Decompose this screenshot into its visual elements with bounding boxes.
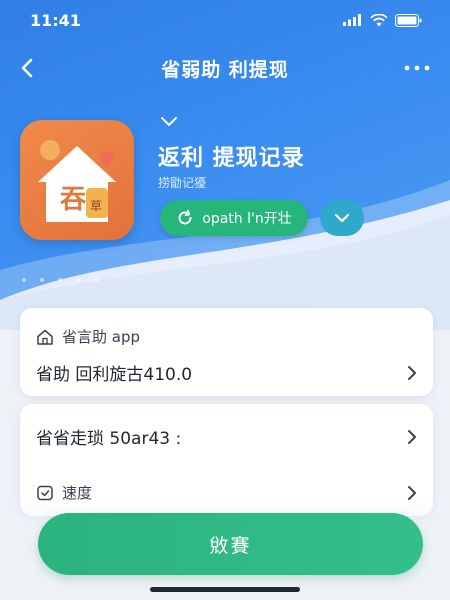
refresh-icon bbox=[178, 209, 192, 225]
card-label: 省言助 app bbox=[62, 328, 141, 346]
app-icon-badge: 草 bbox=[90, 199, 102, 213]
navigation-bar: 省弱助 利提现 bbox=[0, 46, 450, 90]
more-icon[interactable] bbox=[402, 54, 432, 82]
status-bar: 11:41 bbox=[0, 0, 450, 40]
back-icon[interactable] bbox=[14, 54, 42, 82]
chevron-down-icon[interactable] bbox=[158, 112, 180, 130]
signal-icon bbox=[343, 14, 361, 26]
primary-action-label: 敓賽 bbox=[209, 534, 252, 557]
update-button[interactable]: opath l'n开壮 bbox=[160, 200, 308, 236]
status-icons bbox=[343, 13, 422, 27]
chevron-right-icon bbox=[408, 429, 416, 444]
app-subtitle: 捞勖记獶 bbox=[158, 176, 207, 190]
chevron-down-icon bbox=[334, 213, 350, 223]
dropdown-button[interactable] bbox=[320, 200, 364, 236]
app-icon-artwork: 吞 草 bbox=[38, 140, 116, 222]
home-indicator bbox=[150, 587, 300, 592]
battery-icon bbox=[395, 13, 422, 27]
indicator-dot bbox=[76, 278, 80, 282]
card-detail-row[interactable]: 省助 回利旋古410.0 bbox=[36, 360, 419, 385]
card-value: 省省走琐 50ar43 : bbox=[36, 429, 182, 449]
indicator-dot bbox=[58, 278, 62, 282]
wifi-icon bbox=[370, 13, 388, 26]
primary-action-button[interactable]: 敓賽 bbox=[38, 513, 423, 575]
indicator-dot bbox=[94, 278, 98, 282]
card-detail-row[interactable]: 省省走琐 50ar43 : bbox=[36, 424, 419, 449]
app-icon: 吞 草 bbox=[20, 120, 134, 240]
info-card: 省言助 app 省助 回利旋古410.0 bbox=[20, 308, 433, 396]
card-value: 省助 回利旋古410.0 bbox=[36, 365, 193, 385]
app-icon-glyph: 吞 bbox=[60, 185, 86, 215]
clock-icon bbox=[37, 485, 53, 500]
page-indicator-dots bbox=[22, 278, 98, 282]
home-icon bbox=[37, 329, 53, 345]
chevron-right-icon bbox=[408, 485, 416, 500]
page-title: 省弱助 利提现 bbox=[161, 58, 289, 81]
chevron-right-icon bbox=[408, 365, 416, 380]
indicator-dot bbox=[40, 278, 44, 282]
indicator-dot bbox=[22, 278, 26, 282]
status-time: 11:41 bbox=[30, 10, 81, 30]
app-title: 返利 提现记录 bbox=[158, 146, 305, 171]
update-button-label: opath l'n开壮 bbox=[202, 211, 292, 227]
card-label-row: 省言助 app bbox=[36, 326, 140, 347]
